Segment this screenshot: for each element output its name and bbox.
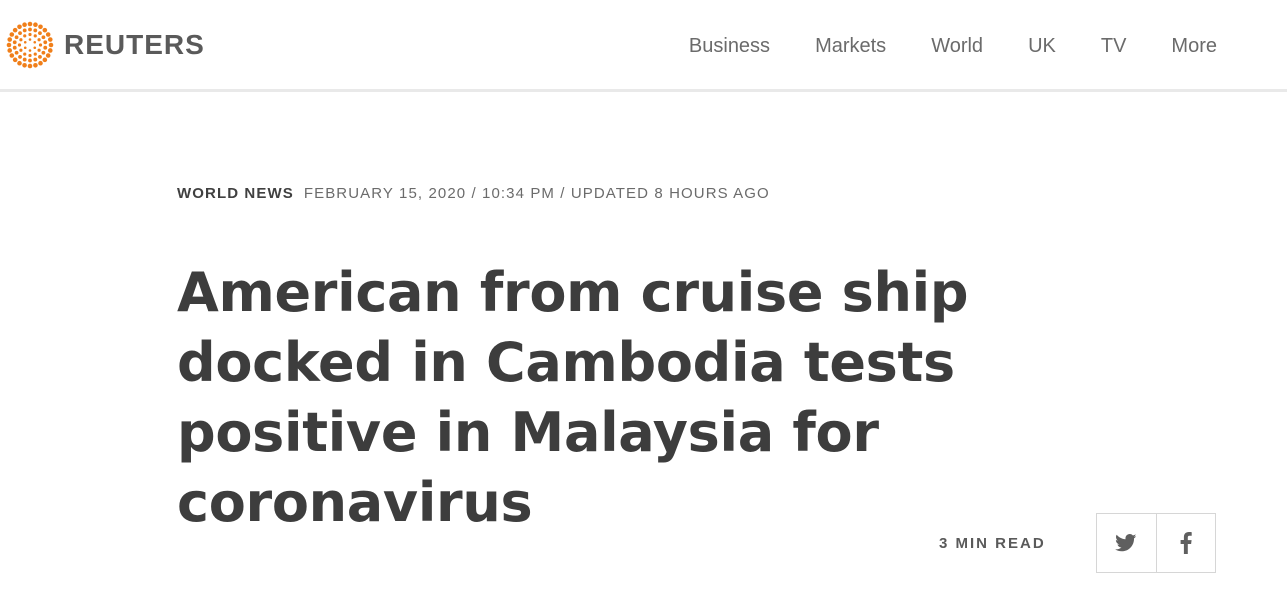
article-dateline: FEBRUARY 15, 2020 / 10:34 PM / UPDATED 8… (303, 185, 770, 202)
section-link[interactable]: WORLD NEWS (177, 185, 294, 202)
main-nav: Business Markets World UK TV More (644, 32, 1217, 60)
nav-item-tv[interactable]: TV (1101, 32, 1127, 60)
top-bar: REUTERS Business Markets World UK TV Mor… (0, 0, 1287, 92)
nav-item-more[interactable]: More (1171, 32, 1217, 60)
reuters-logo[interactable]: REUTERS (6, 21, 205, 69)
twitter-icon (1115, 534, 1137, 552)
share-facebook-button[interactable] (1155, 514, 1216, 572)
reuters-dots-icon (6, 21, 54, 69)
nav-item-uk[interactable]: UK (1028, 32, 1056, 60)
article-headline: American from cruise ship docked in Camb… (177, 261, 969, 534)
nav-item-world[interactable]: World (931, 32, 983, 60)
share-twitter-button[interactable] (1097, 514, 1156, 572)
facebook-icon (1180, 532, 1192, 554)
share-buttons (1096, 513, 1216, 573)
brand-name: REUTERS (64, 29, 205, 60)
nav-item-business[interactable]: Business (689, 32, 770, 60)
nav-item-markets[interactable]: Markets (815, 32, 886, 60)
article-meta: WORLD NEWS FEBRUARY 15, 2020 / 10:34 PM /… (177, 184, 770, 204)
read-time: 3 MIN READ (939, 535, 1046, 552)
